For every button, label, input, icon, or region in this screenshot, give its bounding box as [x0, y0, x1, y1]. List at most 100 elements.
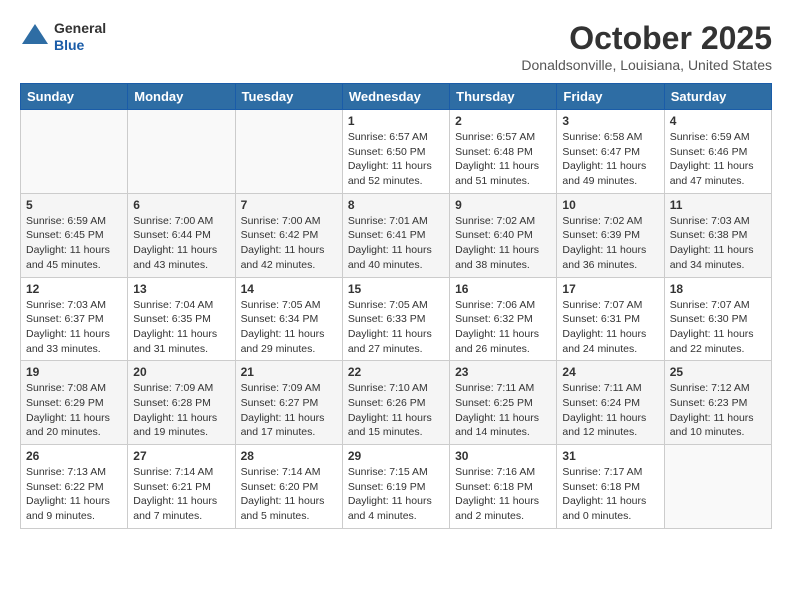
day-info-7: Sunrise: 7:00 AMSunset: 6:42 PMDaylight:… — [241, 214, 337, 273]
day-number-24: 24 — [562, 365, 658, 379]
day-info-22: Sunrise: 7:10 AMSunset: 6:26 PMDaylight:… — [348, 381, 444, 440]
day-number-30: 30 — [455, 449, 551, 463]
day-cell-6: 6 Sunrise: 7:00 AMSunset: 6:44 PMDaylight… — [128, 193, 235, 277]
day-number-17: 17 — [562, 282, 658, 296]
day-info-24: Sunrise: 7:11 AMSunset: 6:24 PMDaylight:… — [562, 381, 658, 440]
day-number-16: 16 — [455, 282, 551, 296]
day-info-9: Sunrise: 7:02 AMSunset: 6:40 PMDaylight:… — [455, 214, 551, 273]
day-info-23: Sunrise: 7:11 AMSunset: 6:25 PMDaylight:… — [455, 381, 551, 440]
day-cell-12: 12Sunrise: 7:03 AMSunset: 6:37 PMDayligh… — [21, 277, 128, 361]
logo-icon — [20, 22, 50, 52]
day-info-11: Sunrise: 7:03 AMSunset: 6:38 PMDaylight:… — [670, 214, 766, 273]
day-number-15: 15 — [348, 282, 444, 296]
page-header: General Blue October 2025 Donaldsonville… — [20, 20, 772, 73]
day-info-1: Sunrise: 6:57 AMSunset: 6:50 PMDaylight:… — [348, 130, 444, 189]
day-number-18: 18 — [670, 282, 766, 296]
day-cell-1: 1 Sunrise: 6:57 AMSunset: 6:50 PMDaylight… — [342, 110, 449, 194]
day-cell-13: 13Sunrise: 7:04 AMSunset: 6:35 PMDayligh… — [128, 277, 235, 361]
day-cell-25: 25 Sunrise: 7:12 AMSunset: 6:23 PMDayligh… — [664, 361, 771, 445]
day-info-4: Sunrise: 6:59 AMSunset: 6:46 PMDaylight:… — [670, 130, 766, 189]
day-cell-28: 28 Sunrise: 7:14 AMSunset: 6:20 PMDayligh… — [235, 445, 342, 529]
day-info-20: Sunrise: 7:09 AMSunset: 6:28 PMDaylight:… — [133, 381, 229, 440]
empty-cell-w0-c2 — [235, 110, 342, 194]
day-cell-22: 22Sunrise: 7:10 AMSunset: 6:26 PMDayligh… — [342, 361, 449, 445]
title-block: October 2025 Donaldsonville, Louisiana, … — [521, 20, 772, 73]
day-cell-11: 11 Sunrise: 7:03 AMSunset: 6:38 PMDayligh… — [664, 193, 771, 277]
week-row-4: 19 Sunrise: 7:08 AMSunset: 6:29 PMDayligh… — [21, 361, 772, 445]
month-title: October 2025 — [521, 20, 772, 57]
day-info-28: Sunrise: 7:14 AMSunset: 6:20 PMDaylight:… — [241, 465, 337, 524]
day-cell-15: 15 Sunrise: 7:05 AMSunset: 6:33 PMDayligh… — [342, 277, 449, 361]
day-info-8: Sunrise: 7:01 AMSunset: 6:41 PMDaylight:… — [348, 214, 444, 273]
day-cell-21: 21 Sunrise: 7:09 AMSunset: 6:27 PMDayligh… — [235, 361, 342, 445]
day-number-10: 10 — [562, 198, 658, 212]
day-number-29: 29 — [348, 449, 444, 463]
day-info-6: Sunrise: 7:00 AMSunset: 6:44 PMDaylight:… — [133, 214, 229, 273]
day-number-11: 11 — [670, 198, 766, 212]
weekday-header-saturday: Saturday — [664, 84, 771, 110]
day-info-10: Sunrise: 7:02 AMSunset: 6:39 PMDaylight:… — [562, 214, 658, 273]
day-info-3: Sunrise: 6:58 AMSunset: 6:47 PMDaylight:… — [562, 130, 658, 189]
day-cell-26: 26Sunrise: 7:13 AMSunset: 6:22 PMDayligh… — [21, 445, 128, 529]
day-info-2: Sunrise: 6:57 AMSunset: 6:48 PMDaylight:… — [455, 130, 551, 189]
day-number-19: 19 — [26, 365, 122, 379]
day-info-31: Sunrise: 7:17 AMSunset: 6:18 PMDaylight:… — [562, 465, 658, 524]
day-number-8: 8 — [348, 198, 444, 212]
day-number-6: 6 — [133, 198, 229, 212]
day-cell-5: 5Sunrise: 6:59 AMSunset: 6:45 PMDaylight… — [21, 193, 128, 277]
day-info-30: Sunrise: 7:16 AMSunset: 6:18 PMDaylight:… — [455, 465, 551, 524]
logo-general-text: General — [54, 20, 106, 37]
day-cell-8: 8 Sunrise: 7:01 AMSunset: 6:41 PMDaylight… — [342, 193, 449, 277]
day-number-25: 25 — [670, 365, 766, 379]
day-number-7: 7 — [241, 198, 337, 212]
day-number-28: 28 — [241, 449, 337, 463]
day-number-14: 14 — [241, 282, 337, 296]
day-cell-16: 16Sunrise: 7:06 AMSunset: 6:32 PMDayligh… — [450, 277, 557, 361]
logo: General Blue — [20, 20, 106, 54]
day-cell-20: 20 Sunrise: 7:09 AMSunset: 6:28 PMDayligh… — [128, 361, 235, 445]
day-cell-9: 9 Sunrise: 7:02 AMSunset: 6:40 PMDaylight… — [450, 193, 557, 277]
weekday-header-thursday: Thursday — [450, 84, 557, 110]
day-cell-4: 4 Sunrise: 6:59 AMSunset: 6:46 PMDaylight… — [664, 110, 771, 194]
day-number-27: 27 — [133, 449, 229, 463]
empty-cell-w0-c0 — [21, 110, 128, 194]
empty-cell-w4-c6 — [664, 445, 771, 529]
day-info-19: Sunrise: 7:08 AMSunset: 6:29 PMDaylight:… — [26, 381, 122, 440]
day-number-23: 23 — [455, 365, 551, 379]
day-number-31: 31 — [562, 449, 658, 463]
day-number-1: 1 — [348, 114, 444, 128]
day-cell-19: 19 Sunrise: 7:08 AMSunset: 6:29 PMDayligh… — [21, 361, 128, 445]
day-info-15: Sunrise: 7:05 AMSunset: 6:33 PMDaylight:… — [348, 298, 444, 357]
day-cell-14: 14 Sunrise: 7:05 AMSunset: 6:34 PMDayligh… — [235, 277, 342, 361]
day-info-25: Sunrise: 7:12 AMSunset: 6:23 PMDaylight:… — [670, 381, 766, 440]
day-cell-18: 18Sunrise: 7:07 AMSunset: 6:30 PMDayligh… — [664, 277, 771, 361]
day-number-9: 9 — [455, 198, 551, 212]
day-number-13: 13 — [133, 282, 229, 296]
day-cell-2: 2 Sunrise: 6:57 AMSunset: 6:48 PMDaylight… — [450, 110, 557, 194]
day-cell-24: 24 Sunrise: 7:11 AMSunset: 6:24 PMDayligh… — [557, 361, 664, 445]
week-row-3: 12Sunrise: 7:03 AMSunset: 6:37 PMDayligh… — [21, 277, 772, 361]
calendar-table: SundayMondayTuesdayWednesdayThursdayFrid… — [20, 83, 772, 529]
day-cell-27: 27 Sunrise: 7:14 AMSunset: 6:21 PMDayligh… — [128, 445, 235, 529]
day-number-4: 4 — [670, 114, 766, 128]
day-info-17: Sunrise: 7:07 AMSunset: 6:31 PMDaylight:… — [562, 298, 658, 357]
day-cell-17: 17 Sunrise: 7:07 AMSunset: 6:31 PMDayligh… — [557, 277, 664, 361]
weekday-header-sunday: Sunday — [21, 84, 128, 110]
day-info-21: Sunrise: 7:09 AMSunset: 6:27 PMDaylight:… — [241, 381, 337, 440]
day-info-14: Sunrise: 7:05 AMSunset: 6:34 PMDaylight:… — [241, 298, 337, 357]
logo-blue-text: Blue — [54, 37, 106, 54]
day-number-21: 21 — [241, 365, 337, 379]
day-number-3: 3 — [562, 114, 658, 128]
day-cell-30: 30 Sunrise: 7:16 AMSunset: 6:18 PMDayligh… — [450, 445, 557, 529]
week-row-5: 26Sunrise: 7:13 AMSunset: 6:22 PMDayligh… — [21, 445, 772, 529]
weekday-header-row: SundayMondayTuesdayWednesdayThursdayFrid… — [21, 84, 772, 110]
day-cell-23: 23 Sunrise: 7:11 AMSunset: 6:25 PMDayligh… — [450, 361, 557, 445]
week-row-2: 5Sunrise: 6:59 AMSunset: 6:45 PMDaylight… — [21, 193, 772, 277]
day-number-2: 2 — [455, 114, 551, 128]
weekday-header-tuesday: Tuesday — [235, 84, 342, 110]
day-number-12: 12 — [26, 282, 122, 296]
day-number-20: 20 — [133, 365, 229, 379]
day-info-26: Sunrise: 7:13 AMSunset: 6:22 PMDaylight:… — [26, 465, 122, 524]
day-info-27: Sunrise: 7:14 AMSunset: 6:21 PMDaylight:… — [133, 465, 229, 524]
day-number-5: 5 — [26, 198, 122, 212]
